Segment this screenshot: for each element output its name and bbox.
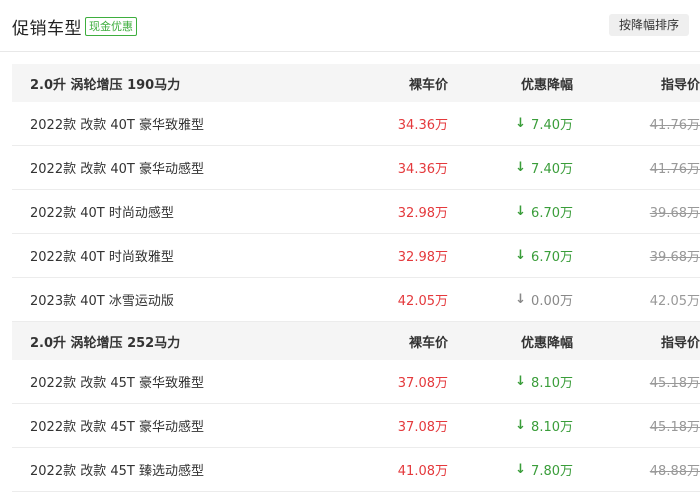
down-arrow-icon: ↓ [515, 204, 527, 219]
discount-value: 8.10万 [531, 420, 573, 435]
guide-price: 42.05万 [649, 294, 700, 309]
discount-amount: ↓ 7.40万 [515, 102, 573, 145]
discount-amount: ↓ 7.40万 [515, 146, 573, 189]
column-header-guide-price: 指导价 [660, 335, 700, 351]
table-row[interactable]: 2022款 改款 40T 豪华致雅型 34.36万 ↓ 7.40万 41.76万 [12, 102, 700, 146]
column-header-guide-price: 指导价 [660, 77, 700, 93]
discount-amount: ↓ 8.10万 [515, 404, 573, 447]
table-row[interactable]: 2022款 改款 40T 豪华动感型 34.36万 ↓ 7.40万 41.76万 [12, 146, 700, 190]
trim-name[interactable]: 2022款 改款 45T 豪华致雅型 [30, 360, 204, 403]
down-arrow-icon: ↓ [515, 116, 527, 131]
trim-name[interactable]: 2022款 40T 时尚动感型 [30, 190, 174, 233]
column-header-discount: 优惠降幅 [520, 335, 573, 351]
discount-value: 7.40万 [531, 162, 573, 177]
bare-price: 41.08万 [397, 464, 448, 479]
down-arrow-icon: ↓ [515, 292, 527, 307]
table-row[interactable]: 2022款 改款 45T 豪华动感型 37.08万 ↓ 8.10万 45.18万 [12, 404, 700, 448]
engine-spec: 2.0升 涡轮增压 252马力 [30, 335, 181, 351]
table-row[interactable]: 2022款 40T 时尚致雅型 32.98万 ↓ 6.70万 39.68万 [12, 234, 700, 278]
section-header: 促销车型 现金优惠 按降幅排序 [0, 0, 700, 52]
discount-value: 0.00万 [531, 294, 573, 309]
discount-value: 8.10万 [531, 376, 573, 391]
trim-name[interactable]: 2022款 改款 45T 臻选动感型 [30, 448, 204, 491]
bare-price: 37.08万 [397, 376, 448, 391]
guide-price: 39.68万 [649, 250, 700, 265]
bare-price: 42.05万 [397, 294, 448, 309]
down-arrow-icon: ↓ [515, 248, 527, 263]
table-row[interactable]: 2022款 40T 时尚动感型 32.98万 ↓ 6.70万 39.68万 [12, 190, 700, 234]
column-header-price: 裸车价 [408, 335, 448, 351]
discount-value: 7.80万 [531, 464, 573, 479]
trim-name[interactable]: 2023款 40T 冰雪运动版 [30, 278, 174, 321]
page-title: 促销车型 [12, 19, 82, 39]
discount-value: 7.40万 [531, 118, 573, 133]
down-arrow-icon: ↓ [515, 462, 527, 477]
guide-price: 45.18万 [649, 376, 700, 391]
discount-amount: ↓ 0.00万 [515, 278, 573, 321]
discount-value: 6.70万 [531, 250, 573, 265]
table-row[interactable]: 2022款 改款 45T 豪华致雅型 37.08万 ↓ 8.10万 45.18万 [12, 360, 700, 404]
guide-price: 41.76万 [649, 118, 700, 133]
trim-name[interactable]: 2022款 40T 时尚致雅型 [30, 234, 174, 277]
bare-price: 34.36万 [397, 162, 448, 177]
table-row[interactable]: 2023款 40T 冰雪运动版 42.05万 ↓ 0.00万 42.05万 [12, 278, 700, 322]
guide-price: 45.18万 [649, 420, 700, 435]
bare-price: 34.36万 [397, 118, 448, 133]
promo-car-table: 2.0升 涡轮增压 190马力 裸车价 优惠降幅 指导价 2022款 改款 40… [12, 64, 700, 492]
engine-group-header: 2.0升 涡轮增压 190马力 裸车价 优惠降幅 指导价 [12, 64, 700, 102]
cash-discount-badge: 现金优惠 [85, 17, 137, 36]
down-arrow-icon: ↓ [515, 374, 527, 389]
guide-price: 41.76万 [649, 162, 700, 177]
guide-price: 48.88万 [649, 464, 700, 479]
engine-group-header: 2.0升 涡轮增压 252马力 裸车价 优惠降幅 指导价 [12, 322, 700, 360]
bare-price: 32.98万 [397, 206, 448, 221]
guide-price: 39.68万 [649, 206, 700, 221]
trim-name[interactable]: 2022款 改款 40T 豪华致雅型 [30, 102, 204, 145]
discount-value: 6.70万 [531, 206, 573, 221]
column-header-price: 裸车价 [408, 77, 448, 93]
trim-name[interactable]: 2022款 改款 40T 豪华动感型 [30, 146, 204, 189]
table-row[interactable]: 2022款 改款 45T 臻选动感型 41.08万 ↓ 7.80万 48.88万 [12, 448, 700, 492]
engine-spec: 2.0升 涡轮增压 190马力 [30, 77, 181, 93]
sort-by-discount-button[interactable]: 按降幅排序 [609, 14, 689, 36]
bare-price: 32.98万 [397, 250, 448, 265]
down-arrow-icon: ↓ [515, 418, 527, 433]
down-arrow-icon: ↓ [515, 160, 527, 175]
column-header-discount: 优惠降幅 [520, 77, 573, 93]
discount-amount: ↓ 8.10万 [515, 360, 573, 403]
trim-name[interactable]: 2022款 改款 45T 豪华动感型 [30, 404, 204, 447]
discount-amount: ↓ 6.70万 [515, 234, 573, 277]
discount-amount: ↓ 6.70万 [515, 190, 573, 233]
bare-price: 37.08万 [397, 420, 448, 435]
discount-amount: ↓ 7.80万 [515, 448, 573, 491]
